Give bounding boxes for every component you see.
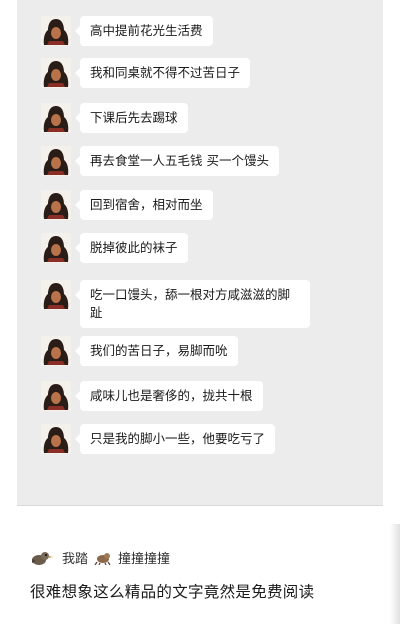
screenshot-page: 高中提前花光生活费我和同桌就不得不过苦日子 下课后先去踢球再去食堂一人五毛钱 买一…	[0, 0, 400, 624]
message-bubble: 咸味儿也是奢侈的，拢共十根	[75, 381, 263, 411]
chat-message: 我们的苦日子，易脚而吮	[41, 336, 238, 366]
message-bubble: 脱掉彼此的袜子	[75, 233, 188, 263]
message-bubble: 下课后先去踢球	[75, 103, 188, 133]
comment-reaction: 撞撞撞撞	[118, 552, 171, 567]
hooded-figure-avatar-icon[interactable]	[41, 103, 71, 133]
message-bubble: 只是我的脚小一些，他要吃亏了	[74, 424, 276, 454]
chat-message: 我和同桌就不得不过苦日子	[41, 58, 251, 88]
running-mascot-icon	[94, 551, 112, 565]
chat-message: 高中提前花光生活费	[41, 16, 213, 46]
chat-message: 脱掉彼此的袜子	[41, 233, 188, 263]
hooded-figure-avatar-icon[interactable]	[41, 190, 71, 220]
chat-message: 吃一口馒头，舔一根对方咸滋滋的脚趾	[41, 280, 310, 328]
hooded-figure-avatar-icon[interactable]	[41, 280, 71, 310]
message-bubble: 回到宿舍，相对而坐	[75, 190, 213, 220]
hooded-figure-avatar-icon[interactable]	[41, 424, 71, 454]
edge-shadow	[390, 524, 400, 624]
message-bubble: 我和同桌就不得不过苦日子	[74, 58, 251, 88]
hooded-figure-avatar-icon[interactable]	[41, 381, 71, 411]
message-bubble: 吃一口馒头，舔一根对方咸滋滋的脚趾	[75, 280, 310, 328]
hooded-figure-avatar-icon[interactable]	[41, 16, 71, 46]
chat-message: 咸味儿也是奢侈的，拢共十根	[41, 381, 263, 411]
comment-text: 很难想象这么精品的文字竟然是免费阅读	[30, 583, 315, 601]
chat-message: 下课后先去踢球	[41, 103, 188, 133]
hooded-figure-avatar-icon[interactable]	[41, 146, 71, 176]
message-bubble: 我们的苦日子，易脚而吮	[75, 336, 238, 366]
hooded-figure-avatar-icon[interactable]	[41, 233, 71, 263]
chat-message: 回到宿舍，相对而坐	[41, 190, 213, 220]
hooded-figure-avatar-icon[interactable]	[41, 58, 71, 88]
chat-screenshot: 高中提前花光生活费我和同桌就不得不过苦日子 下课后先去踢球再去食堂一人五毛钱 买一…	[17, 0, 383, 506]
hooded-figure-avatar-icon[interactable]	[41, 336, 71, 366]
chat-message: 只是我的脚小一些，他要吃亏了	[41, 424, 276, 454]
bird-avatar-icon[interactable]	[30, 549, 56, 567]
comment-header: 我踏 撞撞撞撞	[30, 548, 170, 567]
comment-username[interactable]: 我踏	[62, 548, 88, 567]
message-bubble: 高中提前花光生活费	[75, 16, 213, 46]
chat-message: 再去食堂一人五毛钱 买一个馒头	[41, 146, 279, 176]
message-bubble: 再去食堂一人五毛钱 买一个馒头	[75, 146, 279, 176]
